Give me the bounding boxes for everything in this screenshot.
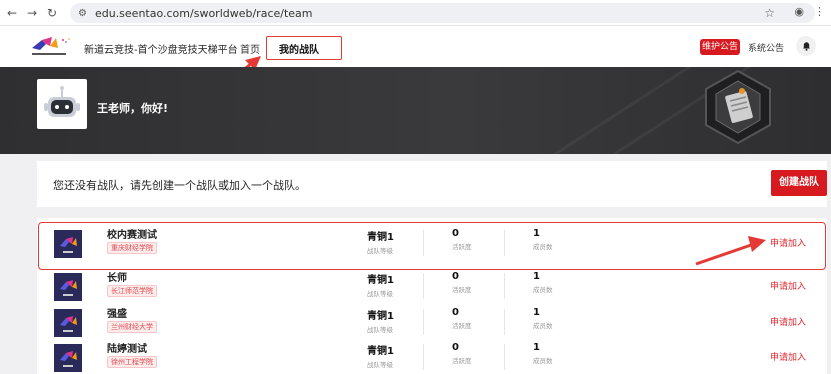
activity-value: 0: [452, 271, 459, 282]
annotation-arrow-apply: [695, 236, 766, 266]
team-name[interactable]: 长师: [107, 269, 127, 284]
activity-label: 活跃度: [452, 286, 472, 294]
banner-decoration: [491, 67, 729, 154]
level-value: 青铜1: [367, 275, 394, 286]
system-notice-link[interactable]: 系统公告: [748, 41, 784, 54]
team-level: 青铜1 战队等级: [367, 307, 394, 334]
table-row: 长师 长江师范学院 青铜1 战队等级 0 活跃度 1 成员数 申请加入: [37, 269, 827, 305]
team-activity: 0 活跃度: [452, 342, 472, 365]
greeting-text: 王老师，你好!: [97, 102, 169, 115]
members-value: 1: [533, 271, 540, 282]
bell-icon[interactable]: [796, 36, 816, 56]
browser-toolbar: ← → ↻ ⚙ edu.seentao.com/sworldweb/race/t…: [0, 0, 831, 26]
team-badge-icon: [54, 309, 82, 337]
url-text[interactable]: edu.seentao.com/sworldweb/race/team: [95, 7, 313, 20]
create-team-button[interactable]: 创建战队: [771, 170, 827, 196]
school-tag: 徐州工程学院: [107, 356, 157, 368]
members-value: 1: [533, 307, 540, 318]
site-header: 新道云竞技-首个沙盘竞技天梯平台 首页 我的战队 维护公告 系统公告: [0, 26, 831, 67]
reload-icon[interactable]: ↻: [44, 5, 60, 21]
level-value: 青铜1: [367, 346, 394, 357]
divider: [504, 309, 505, 335]
team-badge-icon: [54, 344, 82, 372]
no-team-notice: 您还没有战队，请先创建一个战队或加入一个战队。: [37, 161, 827, 207]
activity-label: 活跃度: [452, 357, 472, 365]
team-badge-icon: [54, 273, 82, 301]
table-row: 陆婷测试 徐州工程学院 青铜1 战队等级 0 活跃度 1 成员数 申请加入: [37, 340, 827, 374]
avatar: [37, 79, 87, 129]
members-label: 成员数: [533, 286, 553, 294]
divider: [504, 344, 505, 370]
school-tag: 兰州财经大学: [107, 321, 157, 333]
nav-my-team[interactable]: 我的战队: [266, 36, 342, 60]
members-label: 成员数: [533, 357, 553, 365]
profile-icon[interactable]: ◉: [794, 5, 804, 18]
brand-logo[interactable]: [30, 34, 80, 58]
level-label: 战队等级: [367, 326, 393, 334]
members-value: 1: [533, 342, 540, 353]
team-name[interactable]: 强盛: [107, 305, 127, 320]
notice-text: 您还没有战队，请先创建一个战队或加入一个战队。: [53, 179, 306, 192]
back-icon[interactable]: ←: [4, 5, 20, 21]
activity-value: 0: [452, 342, 459, 353]
bookmark-star-icon[interactable]: ☆: [764, 6, 775, 20]
level-value: 青铜1: [367, 311, 394, 322]
divider: [423, 309, 424, 335]
team-level: 青铜1 战队等级: [367, 342, 394, 369]
apply-join-button[interactable]: 申请加入: [770, 350, 806, 363]
address-bar[interactable]: ⚙ edu.seentao.com/sworldweb/race/team ☆: [70, 3, 815, 23]
welcome-banner: 王老师，你好!: [0, 67, 831, 154]
forward-icon[interactable]: →: [24, 5, 40, 21]
team-members: 1 成员数: [533, 307, 553, 330]
maintenance-notice-button[interactable]: 维护公告: [700, 39, 740, 55]
apply-join-button[interactable]: 申请加入: [770, 315, 806, 328]
table-row: 强盛 兰州财经大学 青铜1 战队等级 0 活跃度 1 成员数 申请加入: [37, 305, 827, 341]
team-members: 1 成员数: [533, 271, 553, 294]
team-activity: 0 活跃度: [452, 271, 472, 294]
team-level: 青铜1 战队等级: [367, 271, 394, 298]
apply-join-button[interactable]: 申请加入: [770, 279, 806, 292]
divider: [423, 344, 424, 370]
menu-dots-icon[interactable]: ⋮: [814, 5, 825, 18]
activity-label: 活跃度: [452, 322, 472, 330]
team-activity: 0 活跃度: [452, 307, 472, 330]
level-label: 战队等级: [367, 361, 393, 369]
school-tag: 长江师范学院: [107, 285, 157, 297]
members-label: 成员数: [533, 322, 553, 330]
site-settings-icon[interactable]: ⚙: [78, 8, 87, 19]
level-label: 战队等级: [367, 290, 393, 298]
divider: [423, 273, 424, 299]
activity-value: 0: [452, 307, 459, 318]
divider: [504, 273, 505, 299]
team-members: 1 成员数: [533, 342, 553, 365]
trophy-emblem-icon: [705, 69, 771, 145]
team-name[interactable]: 陆婷测试: [107, 340, 147, 355]
